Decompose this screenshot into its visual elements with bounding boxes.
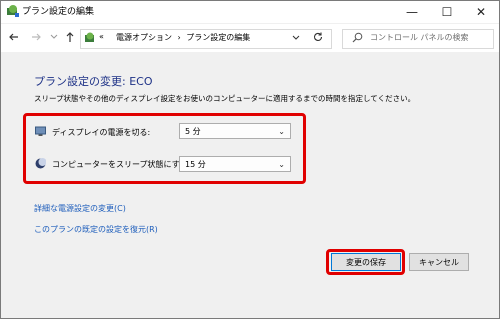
save-button[interactable]: 変更の保存	[331, 253, 401, 271]
close-icon: ✕	[475, 5, 487, 19]
sleep-select[interactable]: 15 分 ⌄	[179, 156, 291, 172]
breadcrumb: 電源オプション › プラン設定の編集	[116, 32, 250, 43]
window-title: プラン設定の編集	[22, 7, 95, 17]
breadcrumb-overflow[interactable]: «	[99, 32, 104, 41]
sleep-label: コンピューターをスリープ状態にする:	[52, 160, 191, 169]
chevron-down-icon: ⌄	[278, 159, 285, 169]
refresh-icon	[314, 32, 323, 41]
page-description: スリープ状態やその他のディスプレイ設定をお使いのコンピューターに適用するまでの時…	[34, 94, 416, 103]
minimize-icon: —	[406, 5, 418, 19]
chevron-down-icon	[50, 34, 58, 39]
search-icon	[352, 32, 363, 43]
maximize-button[interactable]: ☐	[430, 1, 464, 23]
minimize-button[interactable]: —	[395, 1, 429, 23]
breadcrumb-item-power-options[interactable]: 電源オプション	[116, 33, 172, 42]
advanced-settings-link[interactable]: 詳細な電源設定の変更(C)	[34, 203, 126, 214]
back-button[interactable]	[6, 29, 22, 45]
display-off-label: ディスプレイの電源を切る:	[52, 128, 151, 137]
moon-icon	[35, 158, 46, 169]
search-placeholder: コントロール パネルの検索	[370, 33, 469, 42]
display-off-select[interactable]: 5 分 ⌄	[179, 123, 291, 139]
display-off-value: 5 分	[185, 126, 201, 136]
forward-button[interactable]	[28, 29, 44, 45]
chevron-down-icon	[292, 35, 300, 40]
forward-arrow-icon	[32, 33, 41, 41]
monitor-icon	[35, 126, 46, 137]
close-button[interactable]: ✕	[464, 1, 498, 23]
maximize-icon: ☐	[441, 5, 453, 19]
control-panel-icon	[84, 31, 97, 44]
page-title: プラン設定の変更: ECO	[34, 75, 153, 88]
cancel-button[interactable]: キャンセル	[409, 253, 469, 271]
up-arrow-icon	[66, 32, 74, 42]
recent-locations-button[interactable]	[46, 29, 62, 45]
chevron-down-icon: ⌄	[278, 126, 285, 136]
back-arrow-icon	[9, 33, 18, 41]
refresh-button[interactable]	[312, 31, 324, 43]
breadcrumb-separator: ›	[177, 33, 181, 42]
restore-defaults-link[interactable]: このプランの既定の設定を復元(R)	[34, 224, 158, 235]
breadcrumb-item-edit-plan[interactable]: プラン設定の編集	[186, 33, 250, 42]
address-dropdown-button[interactable]	[292, 34, 300, 42]
sleep-value: 15 分	[185, 159, 206, 169]
up-button[interactable]	[62, 29, 78, 45]
power-options-app-icon	[6, 4, 20, 18]
